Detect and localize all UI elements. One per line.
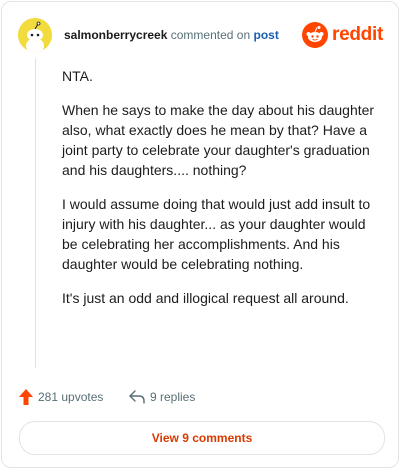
reddit-logo-icon xyxy=(302,22,328,48)
reply-arrow-icon xyxy=(128,388,146,406)
view-comments-button[interactable]: View 9 comments xyxy=(19,421,385,455)
comment-actions: 281 upvotes 9 replies xyxy=(18,386,384,408)
comment-paragraph: When he says to make the day about his d… xyxy=(62,102,375,178)
upvote-arrow-icon xyxy=(18,388,34,406)
post-link[interactable]: post xyxy=(253,28,278,42)
comment-paragraph: NTA. xyxy=(62,68,93,84)
thread-line xyxy=(35,58,36,368)
comment-paragraph: It's just an odd and illogical request a… xyxy=(62,290,349,306)
username[interactable]: salmonberrycreek xyxy=(64,28,167,42)
comment-meta: salmonberrycreek commented on post xyxy=(64,28,279,42)
reddit-wordmark: reddit xyxy=(332,24,383,45)
comment-card: salmonberrycreek commented on post reddi… xyxy=(1,1,399,468)
comment-body: NTA. When he says to make the day about … xyxy=(62,66,384,322)
reddit-brand[interactable]: reddit xyxy=(302,22,384,48)
snoo-avatar-icon[interactable] xyxy=(18,18,52,52)
action-text: commented on xyxy=(170,28,251,42)
upvote-count: 281 upvotes xyxy=(38,390,104,404)
reply-count: 9 replies xyxy=(150,390,196,404)
comment-paragraph: I would assume doing that would just add… xyxy=(62,196,371,272)
comment-header: salmonberrycreek commented on post reddi… xyxy=(18,18,384,52)
